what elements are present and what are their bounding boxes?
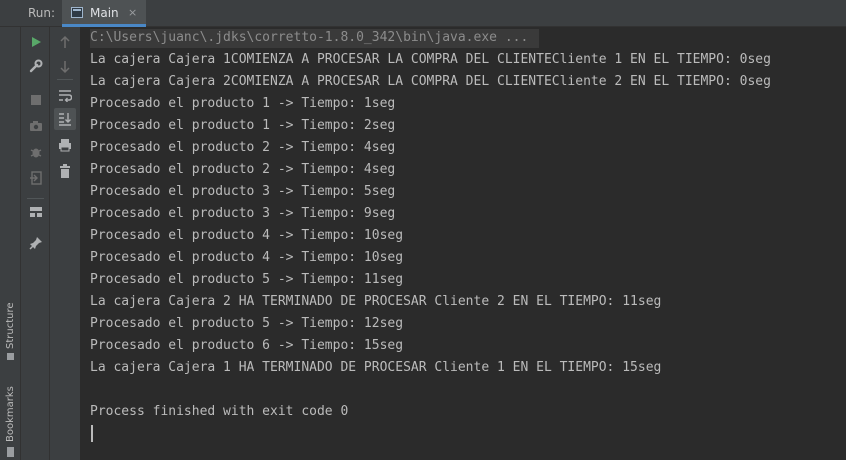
run-toolbar-primary [21, 27, 50, 460]
toolbar-separator [57, 79, 73, 80]
trash-icon [60, 164, 70, 178]
exit-code-line: Process finished with exit code 0 [90, 404, 349, 419]
wrench-icon [29, 59, 43, 73]
print-button[interactable] [54, 134, 76, 156]
console-line: Procesado el producto 1 -> Tiempo: 1seg [90, 96, 396, 111]
rerun-icon [32, 37, 41, 47]
toolbar-separator [27, 198, 44, 199]
next-occurrence-button[interactable] [54, 56, 76, 78]
console-line: Procesado el producto 4 -> Tiempo: 10seg [90, 250, 404, 265]
tab-main-label: Main [90, 6, 119, 20]
console-line: La cajera Cajera 2COMIENZA A PROCESAR LA… [90, 74, 771, 89]
structure-label: Structure [5, 302, 16, 349]
console-line: La cajera Cajera 2 HA TERMINADO DE PROCE… [90, 294, 662, 309]
exit-icon [30, 171, 42, 185]
debug-button[interactable] [25, 141, 47, 163]
console-line: Procesado el producto 5 -> Tiempo: 12seg [90, 316, 404, 331]
console-line: Procesado el producto 5 -> Tiempo: 11seg [90, 272, 404, 287]
up-arrow-icon [60, 35, 70, 48]
down-arrow-icon [60, 61, 70, 74]
console-command-line[interactable]: C:\Users\juanc\.jdks\corretto-1.8.0_342\… [90, 27, 528, 49]
text-caret [91, 425, 93, 442]
exit-button[interactable] [25, 167, 47, 189]
pin-tab-button[interactable] [25, 232, 47, 254]
layout-icon [30, 207, 42, 217]
stop-button[interactable] [25, 89, 47, 111]
run-toolbar-secondary [50, 27, 80, 460]
console-line: Procesado el producto 3 -> Tiempo: 5seg [90, 184, 396, 199]
camera-icon [30, 121, 42, 131]
pin-icon [29, 237, 42, 250]
console-line: Procesado el producto 4 -> Tiempo: 10seg [90, 228, 404, 243]
bookmarks-label: Bookmarks [5, 386, 16, 442]
stop-icon [31, 95, 41, 105]
console-line: La cajera Cajera 1 HA TERMINADO DE PROCE… [90, 360, 662, 375]
run-label: Run: [28, 6, 56, 20]
run-tool-window-header: Run: Main × [0, 0, 846, 27]
previous-occurrence-button[interactable] [54, 31, 76, 53]
console-line: Procesado el producto 3 -> Tiempo: 9seg [90, 206, 396, 221]
console-output[interactable]: C:\Users\juanc\.jdks\corretto-1.8.0_342\… [80, 27, 846, 460]
soft-wrap-icon [59, 90, 72, 102]
debug-icon [30, 148, 42, 158]
dump-threads-button[interactable] [25, 115, 47, 137]
left-tool-strip: Structure Bookmarks [0, 27, 21, 460]
scroll-to-end-button[interactable] [54, 108, 76, 130]
rerun-button[interactable] [25, 31, 47, 53]
close-tab-icon[interactable]: × [128, 6, 137, 19]
edit-configuration-button[interactable] [25, 55, 47, 77]
console-line: Procesado el producto 6 -> Tiempo: 15seg [90, 338, 404, 353]
soft-wrap-button[interactable] [54, 84, 76, 106]
console-line: Procesado el producto 2 -> Tiempo: 4seg [90, 162, 396, 177]
console-line: La cajera Cajera 1COMIENZA A PROCESAR LA… [90, 52, 771, 67]
tab-main[interactable]: Main × [62, 0, 146, 27]
clear-all-button[interactable] [54, 160, 76, 182]
bookmark-icon [7, 447, 14, 457]
layout-button[interactable] [25, 201, 47, 223]
print-icon [59, 139, 71, 152]
console-tab-icon [71, 7, 83, 18]
console-line: Procesado el producto 1 -> Tiempo: 2seg [90, 118, 396, 133]
structure-icon [7, 353, 14, 360]
scroll-to-end-icon [59, 113, 71, 126]
console-line: Procesado el producto 2 -> Tiempo: 4seg [90, 140, 396, 155]
